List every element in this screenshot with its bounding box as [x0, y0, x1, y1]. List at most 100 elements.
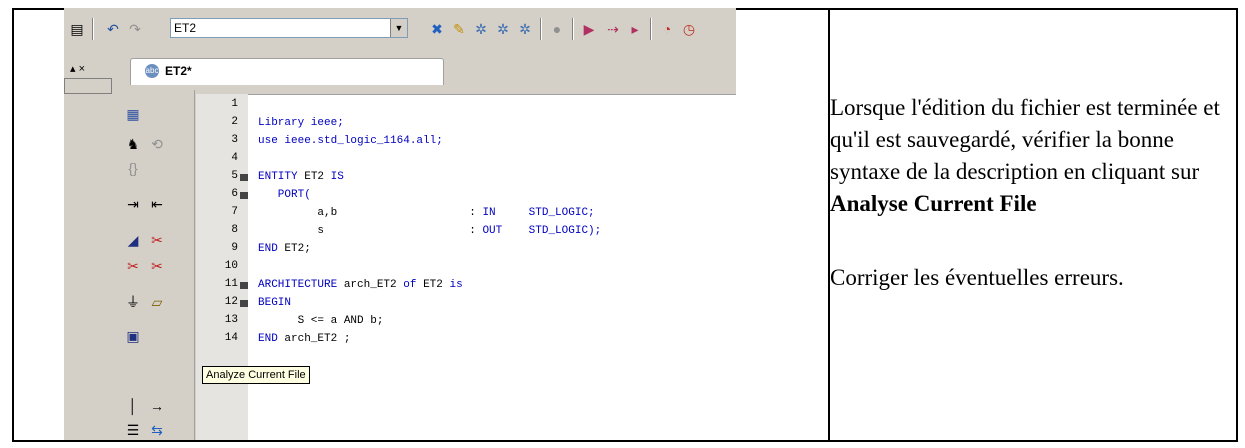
code-line: BEGIN: [258, 297, 291, 309]
brackets-icon[interactable]: {}: [122, 158, 144, 178]
line-number: 9: [231, 242, 238, 254]
binoculars-icon[interactable]: ♞: [122, 134, 144, 154]
code-line: END ET2;: [258, 243, 311, 255]
code-token: ARCHITECTURE: [258, 279, 344, 291]
instruction-paragraph-2: Corriger les éventuelles erreurs.: [830, 265, 1124, 290]
undo-icon[interactable]: ↶: [104, 20, 122, 38]
panel-pin-close-icon[interactable]: ▴ ×: [70, 62, 85, 75]
code-token: use ieee.std_logic_1164.all;: [258, 135, 443, 147]
tab-label: ET2*: [165, 64, 192, 78]
prev-bookmark-icon[interactable]: ✂: [122, 256, 144, 276]
line-number: 13: [224, 314, 238, 326]
insert-template-icon[interactable]: ▦: [122, 104, 144, 124]
save-icon[interactable]: ▤: [68, 20, 86, 38]
line-number: 11: [224, 278, 238, 290]
line-number: 5: [231, 170, 238, 182]
uncomment-icon[interactable]: ⇆: [146, 420, 168, 440]
instruction-text: Lorsque l'édition du fichier est terminé…: [830, 92, 1230, 294]
toolbar-separator: [92, 18, 94, 40]
line-number: 2: [231, 116, 238, 128]
scroll-icon[interactable]: ▱: [146, 292, 168, 312]
code-token: IS: [330, 171, 344, 183]
outdent-icon[interactable]: ⇤: [146, 194, 168, 214]
run-until-icon[interactable]: ▸: [626, 20, 644, 38]
remove-bookmark-icon[interactable]: ✂: [146, 230, 168, 250]
analyze-file-icon[interactable]: ▣: [122, 326, 144, 346]
instruction-command: Analyse Current File: [830, 191, 1037, 216]
code-token: OUT STD_LOGIC);: [482, 225, 602, 237]
line-number: 7: [231, 206, 238, 218]
code-token: END: [258, 243, 285, 255]
fold-marker[interactable]: [240, 174, 248, 181]
fold-marker[interactable]: [240, 192, 248, 199]
code-line: PORT(: [258, 189, 311, 201]
code-token: arch_ET2: [343, 279, 404, 291]
instruction-text-1: Lorsque l'édition du fichier est terminé…: [830, 95, 1220, 184]
code-token: BEGIN: [258, 297, 292, 309]
code-token: IN STD_LOGIC;: [482, 207, 595, 219]
code-line: a,b : IN STD_LOGIC;: [258, 207, 595, 219]
line-number-gutter: 1 2 3 4 5 6 7 8 9 10 11 12 13 14: [196, 94, 248, 440]
code-token: S <= a AND b;: [258, 315, 384, 327]
editor-side-toolbar: ▦ ♞ ⟲ {} ⇥ ⇤ ◢ ✂ ✂ ✂ ⏚ ▱ ▣ │ → ☰ ⇆: [116, 90, 195, 440]
ide-screenshot: ▤ ↶ ↷ ET2 ▼ ✖ ✎ ✲ ✲ ✲ ● ▶ ⇢ ▸ ◔ ◷ ▴ × ab…: [64, 8, 736, 440]
line-number: 6: [231, 188, 238, 200]
code-line: END arch_ET2 ;: [258, 333, 350, 345]
code-token: Library ieee;: [258, 117, 344, 129]
arrow-right-icon[interactable]: →: [146, 396, 168, 416]
compile-icon[interactable]: ✖: [428, 20, 446, 38]
design-combo-value: ET2: [174, 21, 197, 35]
code-token: is: [449, 279, 463, 291]
redo-icon[interactable]: ↷: [126, 20, 144, 38]
next-bookmark-icon[interactable]: ✂: [146, 256, 168, 276]
timer-icon[interactable]: ◷: [680, 20, 698, 38]
code-token: arch_ET2 ;: [284, 333, 351, 345]
toolbar-separator: [540, 18, 542, 40]
fold-marker[interactable]: [240, 282, 248, 289]
stop-icon[interactable]: ●: [548, 20, 566, 38]
clip-icon[interactable]: ⏚: [122, 292, 144, 312]
analyze-tooltip: Analyze Current File: [202, 366, 310, 384]
tab-et2[interactable]: abc ET2*: [130, 58, 444, 85]
code-line: Library ieee;: [258, 117, 344, 129]
code-line: ENTITY ET2 IS: [258, 171, 344, 183]
find-replace-icon[interactable]: ⟲: [146, 134, 168, 154]
line-number: 1: [231, 98, 238, 110]
instruction-paragraph-1: Lorsque l'édition du fichier est terminé…: [830, 92, 1230, 220]
run-icon[interactable]: ▶: [580, 20, 598, 38]
code-line: s : OUT STD_LOGIC);: [258, 225, 601, 237]
code-token: a,b :: [258, 207, 483, 219]
toolbar-separator: [572, 18, 574, 40]
gear-all-icon[interactable]: ✲: [516, 20, 534, 38]
code-line: S <= a AND b;: [258, 315, 384, 327]
code-token: of: [403, 279, 424, 291]
code-editor[interactable]: Library ieee; use ieee.std_logic_1164.all…: [248, 94, 736, 440]
line-number: 10: [224, 260, 238, 272]
toolbar: ▤ ↶ ↷ ET2 ▼ ✖ ✎ ✲ ✲ ✲ ● ▶ ⇢ ▸ ◔ ◷: [64, 8, 736, 56]
code-token: ET2;: [284, 243, 311, 255]
code-token: ET2: [304, 171, 331, 183]
fold-marker[interactable]: [240, 300, 248, 307]
line-number: 8: [231, 224, 238, 236]
code-token: ENTITY: [258, 171, 305, 183]
vhdl-file-icon: abc: [145, 64, 159, 78]
bookmark-icon[interactable]: ◢: [122, 230, 144, 250]
toolbar-separator: [650, 18, 652, 40]
line-icon[interactable]: │: [122, 396, 144, 416]
clock-icon[interactable]: ◔: [658, 20, 676, 38]
code-token: PORT(: [258, 189, 311, 201]
tab-row: ▴ × abc ET2*: [64, 56, 736, 86]
code-line: use ieee.std_logic_1164.all;: [258, 135, 443, 147]
design-combo[interactable]: ET2 ▼: [170, 18, 408, 38]
gear-check-icon[interactable]: ✲: [494, 20, 512, 38]
comment-icon[interactable]: ☰: [122, 420, 144, 440]
line-number: 3: [231, 134, 238, 146]
gear-icon[interactable]: ✲: [472, 20, 490, 38]
line-number: 12: [224, 296, 238, 308]
left-panel-stub: [64, 78, 112, 94]
edit-icon[interactable]: ✎: [450, 20, 468, 38]
indent-icon[interactable]: ⇥: [122, 194, 144, 214]
code-token: END: [258, 333, 285, 345]
run-for-icon[interactable]: ⇢: [604, 20, 622, 38]
chevron-down-icon[interactable]: ▼: [390, 19, 407, 37]
